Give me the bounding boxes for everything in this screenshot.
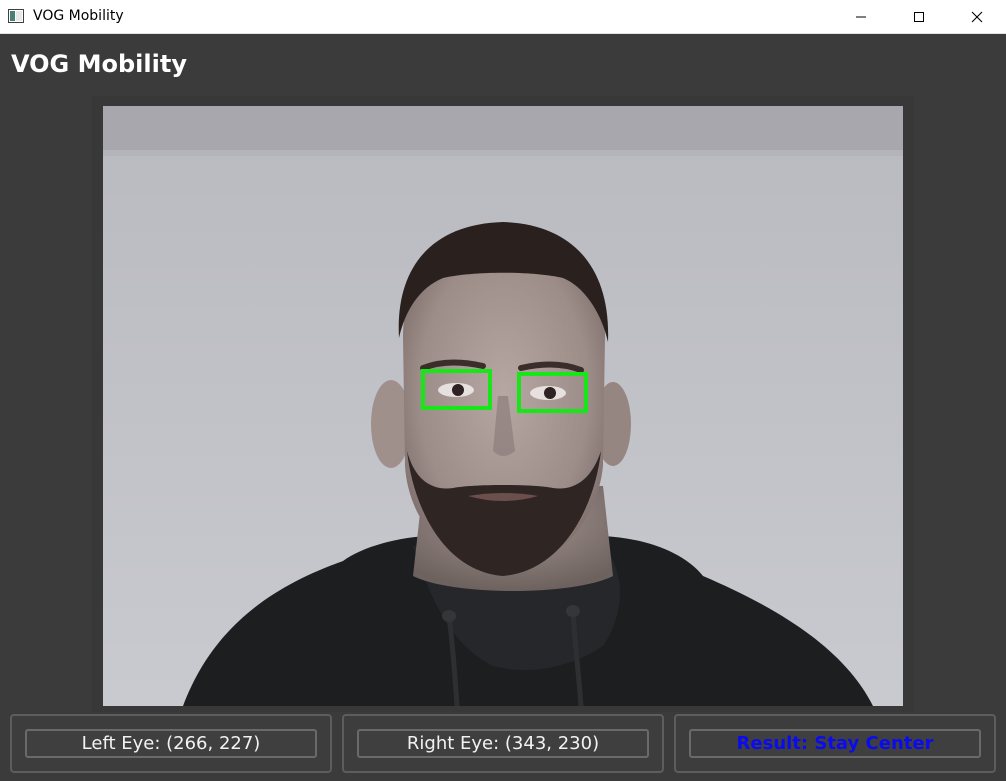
ceiling-band <box>103 106 903 150</box>
result-panel: Result: Stay Center <box>674 714 996 773</box>
camera-feed <box>103 106 903 706</box>
maximize-icon <box>914 11 924 22</box>
window-title: VOG Mobility <box>33 8 124 24</box>
app-window-icon <box>8 9 24 23</box>
minimize-icon <box>856 16 866 17</box>
maximize-button[interactable] <box>896 0 942 33</box>
window-titlebar: VOG Mobility <box>0 0 1006 34</box>
close-button[interactable] <box>954 0 1000 33</box>
left-eye-coordinates: Left Eye: (266, 227) <box>25 729 317 758</box>
right-eye-coordinates: Right Eye: (343, 230) <box>357 729 649 758</box>
right-eye-panel: Right Eye: (343, 230) <box>342 714 664 773</box>
left-eye-panel: Left Eye: (266, 227) <box>10 714 332 773</box>
minimize-button[interactable] <box>838 0 884 33</box>
result-status: Result: Stay Center <box>689 729 981 758</box>
close-icon <box>971 11 983 22</box>
page-title: VOG Mobility <box>11 50 187 78</box>
